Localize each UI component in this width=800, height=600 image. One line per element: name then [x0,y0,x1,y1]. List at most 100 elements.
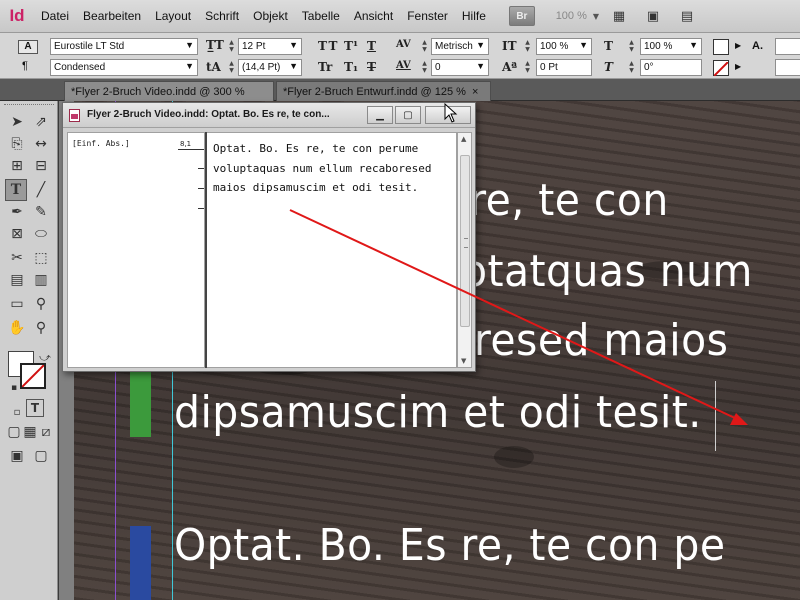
tab-flyer-video[interactable]: *Flyer 2-Bruch Video.indd @ 300 % [64,81,274,101]
arrange-documents-icon[interactable]: ▤ [673,5,701,27]
leading-dropdown-icon[interactable]: ▼ [289,60,298,73]
formatting-container-icon[interactable]: ▫ [6,401,28,423]
menu-hilfe[interactable]: Hilfe [455,0,493,33]
font-style-dropdown-icon[interactable]: ▼ [185,60,194,73]
view-options-icon[interactable]: ▦ [605,5,633,27]
menu-fenster[interactable]: Fenster [400,0,455,33]
content-placer-icon[interactable]: ⊟ [30,155,52,177]
menu-datei[interactable]: Datei [34,0,76,33]
swap-fill-stroke-icon[interactable]: ⤻ [34,347,56,369]
scissors-tool-icon[interactable]: ✂ [6,247,28,269]
free-transform-tool-icon[interactable]: ⬚ [30,247,52,269]
menu-bearbeiten[interactable]: Bearbeiten [76,0,148,33]
gradient-swatch-tool-icon[interactable]: ▤ [6,269,28,291]
note-tool-icon[interactable]: ▭ [6,293,28,315]
ellipse-tool-icon[interactable]: ⬭ [30,223,52,245]
page-text-line-4[interactable]: dipsamuscim et odi tesit. [174,387,702,438]
font-family-field[interactable]: Eurostile LT Std ▼ [50,38,198,55]
tracking-stepper[interactable]: ▲ ▼ [420,60,429,75]
menu-schrift[interactable]: Schrift [198,0,246,33]
maximize-button[interactable]: ▢ [395,106,421,124]
kerning-dropdown-icon[interactable]: ▼ [476,39,485,52]
strikethrough-icon[interactable]: T [367,60,376,74]
page-tool-icon[interactable]: ⎘ [6,133,28,155]
paragraph-style-field[interactable] [775,59,800,76]
vertical-scale-dropdown-icon[interactable]: ▼ [579,39,588,52]
pen-tool-icon[interactable]: ✒ [6,201,28,223]
preview-mode-icon[interactable]: ▢ [30,445,52,467]
fill-swatch[interactable] [713,39,729,55]
close-tab-icon[interactable]: × [472,86,478,98]
horizontal-scale-field[interactable]: 100 % ▼ [640,38,702,55]
horizontal-scale-dropdown-icon[interactable]: ▼ [689,39,698,52]
story-text-area[interactable]: Optat. Bo. Es re, te con perume voluptaq… [207,132,457,368]
page-text-line-5[interactable]: Optat. Bo. Es re, te con pe [174,520,725,571]
font-family-dropdown-icon[interactable]: ▼ [185,39,194,52]
vertical-scale-field[interactable]: 100 % ▼ [536,38,592,55]
hand-tool-icon[interactable]: ✋ [6,317,28,339]
leading-stepper[interactable]: ▲ ▼ [227,60,236,75]
default-colors-icon[interactable]: ▪ [3,377,25,399]
zoom-level[interactable]: 100 % [541,10,587,22]
formatting-text-icon[interactable]: T [26,399,44,417]
rectangle-frame-tool-icon[interactable]: ⊠ [6,223,28,245]
kerning-stepper[interactable]: ▲ ▼ [420,39,429,54]
page-text-line-3[interactable]: resed maios [474,315,728,366]
character-style-field[interactable] [775,38,800,55]
vertical-scale-stepper[interactable]: ▲ ▼ [523,39,532,54]
baseline-shift-field[interactable]: 0 Pt [536,59,592,76]
skew-field[interactable]: 0° [640,59,702,76]
skew-stepper[interactable]: ▲ ▼ [627,60,636,75]
font-size-dropdown-icon[interactable]: ▼ [289,39,298,52]
story-editor-window[interactable]: Flyer 2-Bruch Video.indd: Optat. Bo. Es … [62,102,476,372]
story-text[interactable]: Optat. Bo. Es re, te con perume voluptaq… [213,139,453,198]
paragraph-mode-icon[interactable]: ¶ [22,60,28,72]
menu-tabelle[interactable]: Tabelle [295,0,347,33]
tracking-dropdown-icon[interactable]: ▼ [476,60,485,73]
pencil-tool-icon[interactable]: ✎ [30,201,52,223]
minimize-button[interactable]: ▁ [367,106,393,124]
superscript-icon[interactable]: T¹ [344,39,358,53]
leading-field[interactable]: (14,4 Pt) ▼ [238,59,302,76]
bridge-button[interactable]: Br [508,6,535,26]
character-mode-icon[interactable]: A [18,40,38,54]
all-caps-icon[interactable]: TT [318,39,339,53]
stroke-dropdown-icon[interactable]: ▶ [735,62,741,71]
baseline-shift-stepper[interactable]: ▲ ▼ [523,60,532,75]
scroll-down-icon[interactable]: ▼ [461,357,466,365]
selection-tool-icon[interactable]: ➤ [6,111,28,133]
tracking-field[interactable]: 0 ▼ [431,59,489,76]
fill-dropdown-icon[interactable]: ▶ [735,41,741,50]
menu-layout[interactable]: Layout [148,0,198,33]
scroll-up-icon[interactable]: ▲ [461,135,466,143]
line-tool-icon[interactable]: ╱ [30,179,52,201]
underline-icon[interactable]: T [367,39,376,53]
tab-flyer-entwurf[interactable]: *Flyer 2-Bruch Entwurf.indd @ 125 % × [276,81,491,101]
page-text-line-2[interactable]: otatquas num [462,246,753,297]
type-tool-icon[interactable]: T [5,179,27,201]
subscript-icon[interactable]: T₁ [344,60,358,74]
gradient-feather-tool-icon[interactable]: ▥ [30,269,52,291]
normal-view-icon[interactable]: ▣ [6,445,28,467]
screen-mode-icon[interactable]: ▣ [639,5,667,27]
story-scrollbar[interactable]: ▲ ▼ [457,132,472,368]
apply-none-icon[interactable]: ⧄ [35,421,57,443]
stroke-swatch-none[interactable] [713,60,729,77]
story-editor-titlebar[interactable]: Flyer 2-Bruch Video.indd: Optat. Bo. Es … [63,103,475,128]
kerning-field[interactable]: Metrisch ▼ [431,38,489,55]
eyedropper-tool-icon[interactable]: ⚲ [30,293,52,315]
menu-objekt[interactable]: Objekt [246,0,295,33]
zoom-tool-icon[interactable]: ⚲ [30,317,52,339]
font-style-field[interactable]: Condensed ▼ [50,59,198,76]
scroll-thumb[interactable] [460,155,470,327]
content-collector-icon[interactable]: ⊞ [6,155,28,177]
font-size-field[interactable]: 12 Pt ▼ [238,38,302,55]
direct-selection-tool-icon[interactable]: ⇗ [30,111,52,133]
toolbox-grip[interactable] [4,104,54,110]
horizontal-scale-stepper[interactable]: ▲ ▼ [627,39,636,54]
menu-ansicht[interactable]: Ansicht [347,0,400,33]
font-size-stepper[interactable]: ▲ ▼ [227,39,236,54]
gap-tool-icon[interactable]: ↔ [30,133,52,155]
zoom-dropdown-icon[interactable]: ▼ [593,12,599,21]
small-caps-icon[interactable]: Tr [318,60,332,74]
